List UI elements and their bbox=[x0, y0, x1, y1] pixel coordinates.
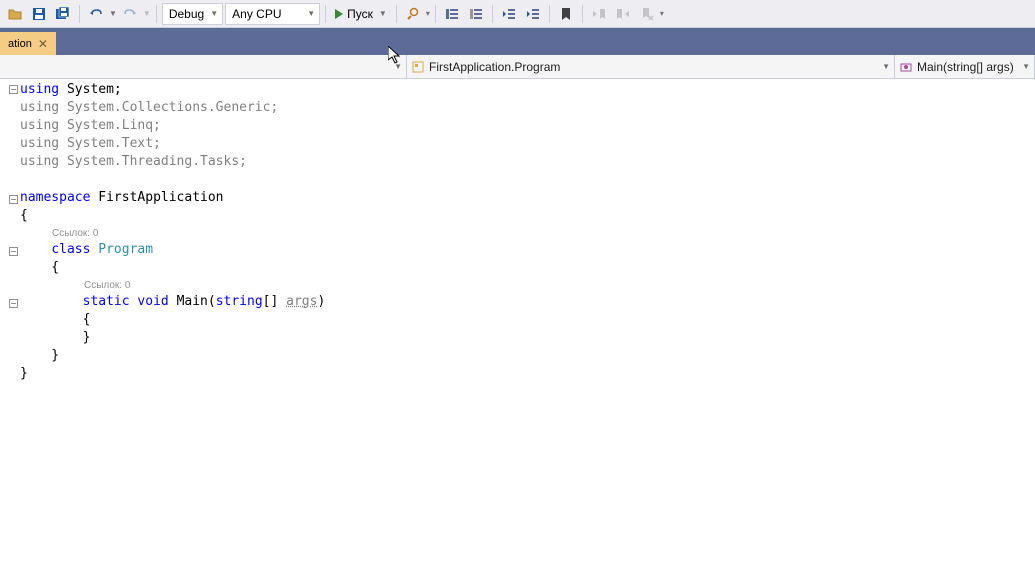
chevron-down-icon: ▼ bbox=[210, 9, 218, 18]
code-editor[interactable]: using System; using System.Collections.G… bbox=[0, 79, 1035, 575]
keyword: namespace bbox=[20, 190, 90, 205]
code-text: System.Collections.Generic; bbox=[59, 100, 278, 115]
code-indent bbox=[20, 242, 51, 257]
keyword: string bbox=[216, 294, 263, 309]
close-icon[interactable]: ✕ bbox=[36, 37, 50, 51]
method-name: Main( bbox=[177, 294, 216, 309]
toolbar-separator bbox=[156, 5, 157, 23]
chevron-down-icon: ▼ bbox=[394, 62, 402, 71]
keyword: using bbox=[20, 100, 59, 115]
keyword: using bbox=[20, 82, 59, 97]
keyword: class bbox=[51, 242, 90, 257]
keyword: void bbox=[137, 294, 168, 309]
chevron-down-icon: ▼ bbox=[882, 62, 890, 71]
find-dropdown-arrow[interactable]: ▾ bbox=[426, 9, 430, 18]
decrease-indent-icon[interactable] bbox=[498, 3, 520, 25]
collapse-region-icon[interactable] bbox=[9, 85, 18, 94]
brace: { bbox=[20, 312, 90, 327]
document-tab[interactable]: ation ✕ bbox=[0, 32, 56, 55]
bookmark-icon[interactable] bbox=[555, 3, 577, 25]
toolbar-separator bbox=[435, 5, 436, 23]
brace: } bbox=[20, 366, 28, 381]
brace: } bbox=[20, 348, 59, 363]
class-icon bbox=[411, 60, 425, 74]
undo-dropdown-arrow[interactable]: ▼ bbox=[109, 9, 117, 18]
brace: } bbox=[20, 330, 90, 345]
uncomment-icon[interactable] bbox=[465, 3, 487, 25]
code-text: System.Text; bbox=[59, 136, 161, 151]
chevron-down-icon: ▼ bbox=[1022, 62, 1030, 71]
namespace-dropdown[interactable]: ▼ bbox=[0, 55, 407, 78]
method-label: Main(string[] args) bbox=[917, 60, 1014, 74]
open-folder-icon[interactable] bbox=[4, 3, 26, 25]
increase-indent-icon[interactable] bbox=[522, 3, 544, 25]
start-label: Пуск bbox=[347, 7, 373, 21]
method-dropdown[interactable]: Main(string[] args) ▼ bbox=[895, 55, 1035, 78]
redo-dropdown-arrow: ▼ bbox=[143, 9, 151, 18]
code-indent bbox=[20, 294, 83, 309]
code-text: System.Threading.Tasks; bbox=[59, 154, 247, 169]
chevron-down-icon: ▼ bbox=[307, 9, 315, 18]
next-bookmark-icon bbox=[612, 3, 634, 25]
play-icon bbox=[335, 9, 343, 19]
param: args bbox=[286, 294, 317, 309]
toolbar-separator bbox=[492, 5, 493, 23]
clear-bookmark-icon bbox=[636, 3, 658, 25]
codelens-refs[interactable]: Ссылок: 0 bbox=[18, 225, 1035, 241]
class-dropdown[interactable]: FirstApplication.Program ▼ bbox=[407, 55, 895, 78]
toolbar-overflow-arrow[interactable]: ▾ bbox=[660, 9, 664, 18]
keyword: using bbox=[20, 154, 59, 169]
outline-gutter bbox=[0, 79, 18, 575]
keyword: using bbox=[20, 118, 59, 133]
document-tabstrip: ation ✕ bbox=[0, 28, 1035, 55]
code-text: System.Linq; bbox=[59, 118, 161, 133]
toolbar-separator bbox=[549, 5, 550, 23]
toolbar-separator bbox=[325, 5, 326, 23]
class-label: FirstApplication.Program bbox=[429, 60, 560, 74]
toolbar-separator bbox=[396, 5, 397, 23]
code-text: FirstApplication bbox=[90, 190, 223, 205]
collapse-region-icon[interactable] bbox=[9, 247, 18, 256]
save-icon[interactable] bbox=[28, 3, 50, 25]
type-name: Program bbox=[98, 242, 153, 257]
toolbar-separator bbox=[79, 5, 80, 23]
toolbar-separator bbox=[582, 5, 583, 23]
codelens-refs[interactable]: Ссылок: 0 bbox=[18, 277, 1035, 293]
chevron-down-icon: ▼ bbox=[379, 9, 387, 18]
start-debug-button[interactable]: Пуск ▼ bbox=[331, 3, 391, 25]
prev-bookmark-icon bbox=[588, 3, 610, 25]
collapse-region-icon[interactable] bbox=[9, 299, 18, 308]
brace: { bbox=[20, 208, 28, 223]
keyword: using bbox=[20, 136, 59, 151]
platform-label: Any CPU bbox=[232, 7, 281, 21]
brace: { bbox=[20, 260, 59, 275]
keyword: static bbox=[83, 294, 130, 309]
configuration-dropdown[interactable]: Debug ▼ bbox=[162, 3, 223, 25]
code-text: System; bbox=[59, 82, 122, 97]
undo-icon[interactable] bbox=[85, 3, 107, 25]
redo-icon bbox=[119, 3, 141, 25]
comment-out-icon[interactable] bbox=[441, 3, 463, 25]
configuration-label: Debug bbox=[169, 7, 204, 21]
collapse-region-icon[interactable] bbox=[9, 195, 18, 204]
platform-dropdown[interactable]: Any CPU ▼ bbox=[225, 3, 320, 25]
find-icon[interactable] bbox=[402, 3, 424, 25]
method-icon bbox=[899, 60, 913, 74]
tab-label: ation bbox=[8, 38, 32, 50]
save-all-icon[interactable] bbox=[52, 3, 74, 25]
